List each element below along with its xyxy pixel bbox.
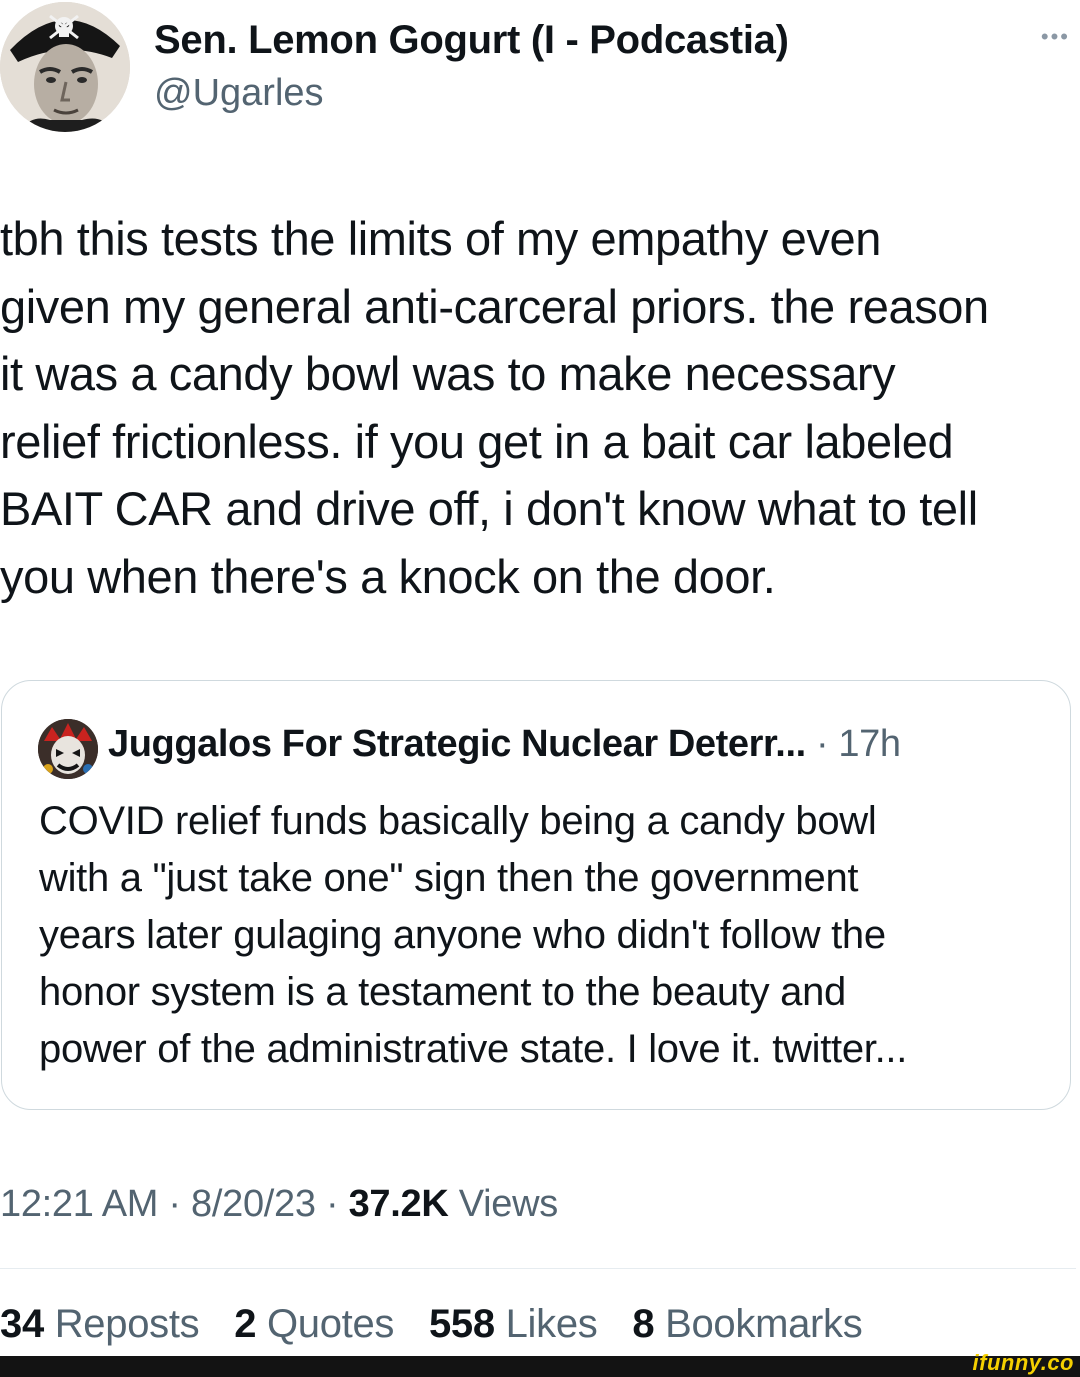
tweet-meta: 12:21 AM · 8/20/23 · 37.2K Views: [0, 1183, 558, 1226]
meta-separator: ·: [315, 1183, 349, 1225]
tweet-time[interactable]: 12:21 AM: [0, 1183, 158, 1225]
quoted-separator: ·: [805, 723, 839, 765]
quoted-timestamp[interactable]: 17h: [838, 723, 901, 765]
tweet-text: tbh this tests the limits of my empathy …: [0, 212, 989, 603]
quoted-author-line: Juggalos For Strategic Nuclear Deterr...…: [108, 723, 901, 766]
likes-count: 558: [428, 1302, 495, 1346]
likes-label: Likes: [494, 1302, 598, 1346]
bookmarks-label: Bookmarks: [654, 1302, 863, 1346]
reposts-label: Reposts: [43, 1302, 200, 1346]
engagement-stats: 34 Reposts 2 Quotes 558 Likes 8 Bookmark…: [0, 1302, 886, 1347]
views-count: 37.2K: [348, 1183, 449, 1225]
quoted-tweet-card[interactable]: Juggalos For Strategic Nuclear Deterr...…: [1, 680, 1071, 1110]
author-avatar[interactable]: [0, 2, 130, 132]
reposts-stat[interactable]: 34 Reposts: [0, 1302, 200, 1346]
quotes-label: Quotes: [256, 1302, 395, 1346]
profile-photo-icon: [0, 2, 130, 132]
quotes-stat[interactable]: 2 Quotes: [234, 1302, 394, 1346]
more-options-icon[interactable]: •••: [1041, 26, 1070, 48]
views-label: Views: [448, 1183, 558, 1225]
divider: [0, 1268, 1076, 1269]
bookmarks-count: 8: [632, 1302, 655, 1346]
quoted-author-name[interactable]: Juggalos For Strategic Nuclear Deterr...: [108, 723, 806, 765]
ifunny-watermark-logo: ifunny.co: [972, 1350, 1074, 1375]
quotes-count: 2: [234, 1302, 257, 1346]
meta-separator: ·: [158, 1183, 192, 1225]
author-display-name[interactable]: Sen. Lemon Gogurt (I - Podcastia): [154, 18, 789, 63]
quoted-tweet-text: COVID relief funds basically being a can…: [39, 799, 908, 1071]
likes-stat[interactable]: 558 Likes: [429, 1302, 598, 1346]
reposts-count: 34: [0, 1302, 44, 1346]
watermark-bar: [0, 1356, 1080, 1377]
bookmarks-stat[interactable]: 8 Bookmarks: [632, 1302, 862, 1346]
author-handle[interactable]: @Ugarles: [154, 72, 324, 115]
quoted-author-avatar[interactable]: [38, 719, 98, 779]
juggalo-avatar-icon: [38, 719, 98, 779]
tweet-date[interactable]: 8/20/23: [191, 1183, 316, 1225]
